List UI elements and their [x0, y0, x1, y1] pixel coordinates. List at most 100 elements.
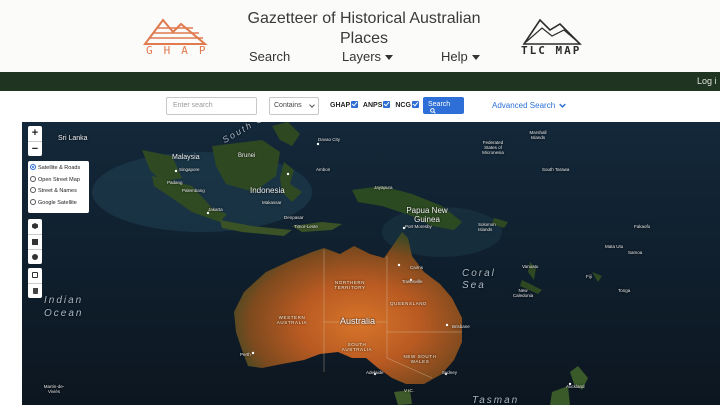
- label-sydney: Sydney: [442, 370, 458, 375]
- nav-layers-label: Layers: [342, 49, 382, 64]
- label-townsville: Townsville: [402, 279, 423, 284]
- nav-help[interactable]: Help: [441, 49, 480, 64]
- search-icon: [430, 108, 436, 114]
- tlc-map-logo-text: TLC MAP: [521, 44, 582, 57]
- top-bar: [0, 72, 720, 91]
- label-western-australia: WESTERN AUSTRALIA: [276, 315, 308, 325]
- label-marshall-islands: Marshall Islands: [529, 130, 547, 140]
- label-malaysia: Malaysia: [172, 154, 200, 161]
- layer-label: Open Street Map: [38, 176, 80, 183]
- layer-option-open-street-map[interactable]: Open Street Map: [30, 175, 87, 188]
- search-button-label: Search: [428, 101, 451, 108]
- label-northern-territory: NORTHERN TERRITORY: [334, 280, 366, 290]
- source-ncg-checkbox[interactable]: [411, 101, 419, 108]
- source-ncg-label: NCG: [395, 102, 411, 109]
- site-header: GHAP Gazetteer of Historical Australian …: [0, 0, 720, 72]
- zoom-control: + −: [28, 126, 42, 156]
- search-input[interactable]: Enter search: [166, 97, 257, 115]
- label-sri-lanka: Sri Lanka: [58, 135, 88, 142]
- layer-label: Satellite & Roads: [38, 165, 81, 171]
- source-ghap-checkbox[interactable]: [351, 101, 359, 108]
- label-timor-leste: Timor-Leste: [294, 224, 318, 229]
- tlc-map-logo-icon[interactable]: [520, 16, 584, 46]
- label-solomon-islands: Solomon Islands: [478, 222, 496, 232]
- label-martin-de-vivies: Martin-de-Viviès: [43, 384, 65, 394]
- map-view[interactable]: Sri Lanka Malaysia Brunei Singapore Pada…: [22, 122, 720, 405]
- label-south-australia: SOUTH AUSTRALIA: [341, 342, 373, 352]
- radio-icon[interactable]: [30, 198, 36, 205]
- layer-label: Street & Names: [38, 188, 77, 194]
- label-auckland: Auckland: [566, 384, 585, 389]
- label-singapore: Singapore: [179, 167, 200, 172]
- label-palembang: Palembang: [182, 188, 205, 193]
- label-makassar: Makassar: [262, 200, 282, 205]
- label-mata-utu: Mata Utu: [605, 244, 624, 249]
- label-brunei: Brunei: [238, 153, 256, 159]
- label-vanuatu: Vanuatu: [522, 264, 539, 269]
- label-indian-ocean: Indian Ocean: [44, 295, 84, 319]
- label-vic: VIC.: [404, 388, 416, 393]
- label-samoa: Samoa: [628, 250, 643, 255]
- edit-icon: [32, 272, 38, 278]
- circle-icon: [32, 254, 38, 260]
- label-perth: Perth: [240, 352, 251, 357]
- chevron-down-icon: [559, 103, 567, 108]
- label-coral-sea: Coral Sea: [462, 268, 496, 291]
- label-australia: Australia: [340, 316, 376, 326]
- label-queensland: QUEENSLAND: [390, 301, 428, 306]
- base-layer-switcher: Satellite & Roads Open Street Map Street…: [28, 161, 89, 213]
- draw-rectangle-button[interactable]: [28, 234, 42, 249]
- nav-search[interactable]: Search: [249, 49, 290, 64]
- nav-search-label: Search: [249, 49, 291, 64]
- layer-option-street-names[interactable]: Street & Names: [30, 187, 87, 199]
- polygon-icon: [32, 223, 38, 229]
- edit-layers-button[interactable]: [28, 268, 42, 283]
- draw-circle-button[interactable]: [28, 249, 42, 264]
- label-adelaide: Adelaide: [366, 370, 384, 375]
- search-bar: Enter search Contains GHAP ANPS NCG Sear…: [0, 97, 720, 117]
- label-denpasar: Denpasar: [284, 215, 304, 220]
- zoom-in-button[interactable]: +: [28, 126, 42, 141]
- label-port-moresby: Port Moresby: [405, 224, 432, 229]
- radio-selected-icon[interactable]: [30, 164, 36, 170]
- label-ambon: Ambon: [316, 167, 331, 172]
- label-jakarta: Jakarta: [208, 207, 223, 212]
- layer-option-google-satellite[interactable]: Google Satellite: [30, 198, 87, 211]
- site-title: Gazetteer of Historical Australian Place…: [247, 10, 481, 47]
- label-fiji: Fiji: [586, 274, 592, 279]
- layer-label: Google Satellite: [38, 199, 77, 206]
- radio-icon[interactable]: [30, 175, 36, 182]
- caret-down-icon: [471, 55, 480, 61]
- source-anps-label: ANPS: [362, 102, 383, 109]
- source-ghap-label: GHAP: [330, 102, 351, 109]
- search-button[interactable]: Search: [423, 97, 464, 114]
- draw-polygon-button[interactable]: [28, 219, 42, 234]
- label-jayapura: Jayapura: [374, 185, 393, 190]
- label-new-caledonia: New Caledonia: [512, 288, 534, 298]
- radio-icon[interactable]: [30, 187, 36, 193]
- label-south-tarawa: South Tarawa: [542, 167, 570, 172]
- label-brisbane: Brisbane: [452, 324, 470, 329]
- layer-option-satellite-roads[interactable]: Satellite & Roads: [30, 164, 87, 176]
- label-fakaofo: Fakaofo: [634, 224, 651, 229]
- advanced-search-link[interactable]: Advanced Search: [492, 101, 567, 110]
- label-micronesia: Federated States of Micronesia: [482, 140, 504, 155]
- nav-layers[interactable]: Layers: [342, 49, 394, 64]
- label-new-south-wales: NEW SOUTH WALES: [403, 354, 437, 364]
- chevron-down-icon: [309, 102, 315, 108]
- rectangle-icon: [32, 239, 38, 245]
- label-padang: Padang: [167, 180, 183, 185]
- draw-toolbar: [28, 219, 42, 264]
- login-link[interactable]: Log i: [697, 76, 717, 86]
- advanced-search-label: Advanced Search: [492, 101, 556, 110]
- source-checkboxes: GHAP ANPS NCG: [330, 101, 422, 109]
- zoom-out-button[interactable]: −: [28, 141, 42, 156]
- edit-toolbar: [28, 268, 42, 298]
- delete-layers-button[interactable]: [28, 283, 42, 298]
- match-mode-select[interactable]: Contains: [269, 97, 319, 115]
- source-anps-checkbox[interactable]: [383, 101, 391, 108]
- label-indonesia: Indonesia: [250, 186, 285, 195]
- label-davao-city: Davao City: [318, 137, 341, 142]
- label-cairns: Cairns: [410, 265, 424, 270]
- nav-help-label: Help: [441, 49, 468, 64]
